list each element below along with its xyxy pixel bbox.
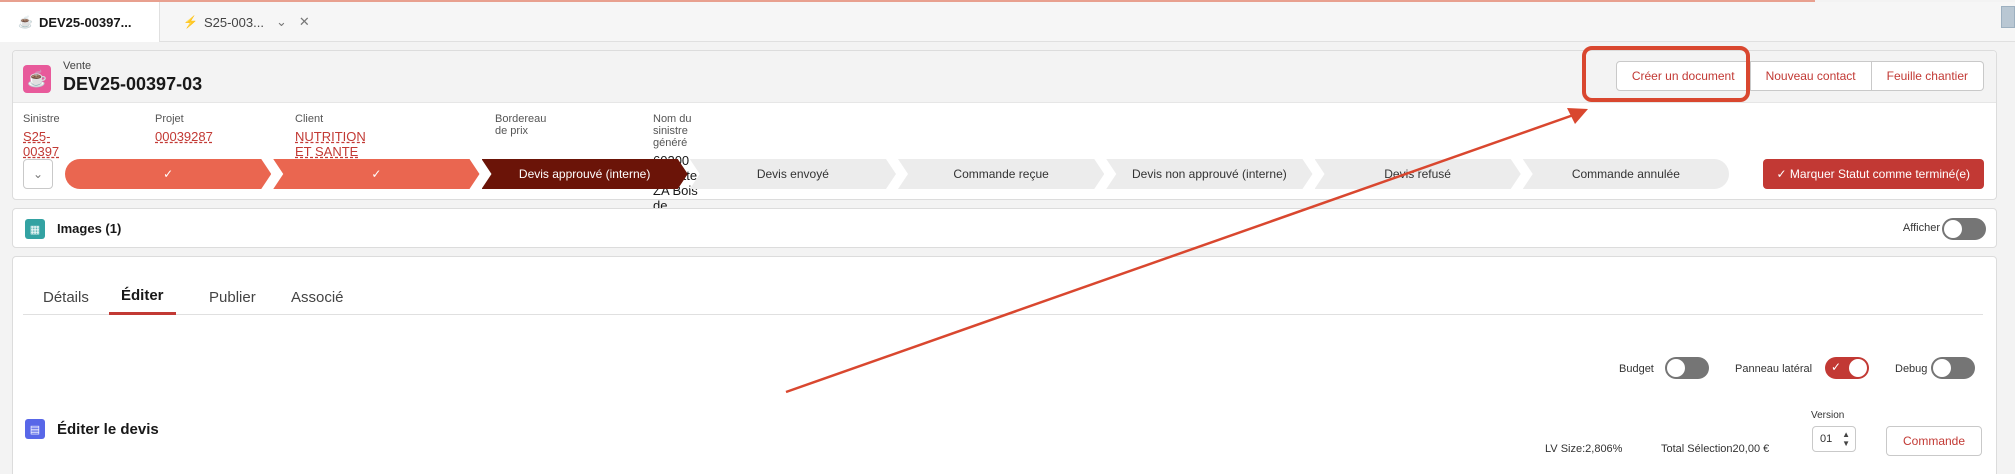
stepper-icon: ▲ ▼ bbox=[1842, 430, 1850, 448]
record-tabs: Détails Éditer Publier Associé bbox=[23, 279, 1983, 315]
order-button[interactable]: Commande bbox=[1886, 426, 1982, 456]
status-path: ✓ ✓ Devis approuvé (interne) Devis envoy… bbox=[65, 159, 1731, 189]
tab-editer[interactable]: Éditer bbox=[109, 279, 176, 315]
page-title: DEV25-00397-03 bbox=[63, 74, 203, 94]
path-step-current[interactable]: Devis approuvé (interne) bbox=[482, 159, 688, 189]
annotation-highlight-box bbox=[1582, 46, 1750, 102]
path-step[interactable]: Devis refusé bbox=[1315, 159, 1521, 189]
close-icon[interactable]: ✕ bbox=[299, 14, 310, 30]
new-contact-button[interactable]: Nouveau contact bbox=[1750, 61, 1872, 91]
path-step[interactable]: Commande annulée bbox=[1522, 159, 1729, 189]
version-select[interactable]: 01 ▲ ▼ bbox=[1812, 426, 1856, 452]
workspace-tab-bar: ☕ DEV25-00397... ⚡ S25-003... ⌄ ✕ bbox=[0, 2, 2015, 42]
field-label: Client bbox=[295, 113, 324, 125]
images-title[interactable]: Images (1) bbox=[57, 221, 121, 236]
edit-quote-icon: ▤ bbox=[25, 419, 45, 439]
tab-s25[interactable]: ⚡ S25-003... ⌄ ✕ bbox=[165, 2, 325, 42]
field-label: Bordereau de prix bbox=[495, 113, 547, 137]
side-panel-label: Panneau latéral bbox=[1735, 363, 1813, 375]
debug-toggle[interactable] bbox=[1931, 357, 1975, 379]
tab-publier[interactable]: Publier bbox=[197, 279, 268, 315]
mark-complete-button[interactable]: ✓ Marquer Statut comme terminé(e) bbox=[1762, 159, 1984, 189]
show-images-toggle[interactable] bbox=[1942, 218, 1986, 240]
version-label: Version bbox=[1811, 410, 1845, 421]
budget-toggle[interactable] bbox=[1665, 357, 1709, 379]
budget-label: Budget bbox=[1619, 363, 1654, 375]
image-icon: ▦ bbox=[25, 219, 45, 239]
field-link[interactable]: S25-00397 bbox=[23, 129, 60, 159]
utility-icon[interactable] bbox=[2001, 6, 2015, 28]
bolt-icon: ⚡ bbox=[183, 15, 198, 29]
cup-icon: ☕ bbox=[23, 65, 51, 93]
field-label: Sinistre bbox=[23, 113, 60, 125]
cup-icon: ☕ bbox=[18, 15, 33, 29]
tab-label: DEV25-00397... bbox=[38, 14, 132, 30]
path-step[interactable]: Devis non approuvé (interne) bbox=[1106, 159, 1312, 189]
field-link[interactable]: 00039287 bbox=[155, 129, 213, 144]
images-card: ▦ Images (1) Afficher bbox=[12, 208, 1997, 248]
tab-label: S25-003... bbox=[203, 14, 264, 30]
field-label: Nom du sinistre généré bbox=[653, 113, 692, 149]
field-client: Client NUTRITION ET SANTE bbox=[295, 113, 366, 159]
field-link[interactable]: NUTRITION ET SANTE bbox=[295, 129, 366, 159]
chevron-down-icon[interactable]: ⌄ bbox=[276, 14, 287, 30]
lv-size-text: LV Size:2,806% bbox=[1545, 443, 1623, 455]
version-value: 01 bbox=[1820, 433, 1833, 445]
tab-details[interactable]: Détails bbox=[31, 279, 101, 315]
tab-associe[interactable]: Associé bbox=[279, 279, 356, 315]
path-toggle-button[interactable]: ⌄ bbox=[23, 159, 53, 189]
path-step[interactable]: Commande reçue bbox=[898, 159, 1104, 189]
record-type: Vente bbox=[63, 60, 92, 72]
show-label: Afficher bbox=[1902, 222, 1940, 234]
field-bordereau: Bordereau de prix bbox=[495, 113, 546, 141]
field-projet: Projet 00039287 bbox=[155, 113, 213, 144]
site-sheet-button[interactable]: Feuille chantier bbox=[1871, 61, 1984, 91]
tab-dev25[interactable]: ☕ DEV25-00397... bbox=[0, 2, 160, 42]
editor-card: Détails Éditer Publier Associé Budget Pa… bbox=[12, 256, 1997, 474]
total-selection-text: Total Sélection20,00 € bbox=[1661, 443, 1770, 455]
path-step[interactable]: ✓ bbox=[273, 159, 479, 189]
editor-title: Éditer le devis bbox=[57, 421, 159, 438]
side-panel-toggle[interactable]: ✓ bbox=[1825, 357, 1869, 379]
field-label: Projet bbox=[155, 113, 184, 125]
field-sinistre: Sinistre S25-00397 bbox=[23, 113, 60, 159]
path-step[interactable]: Devis envoyé bbox=[690, 159, 896, 189]
debug-label: Debug bbox=[1895, 363, 1928, 375]
path-step[interactable]: ✓ bbox=[65, 159, 271, 189]
